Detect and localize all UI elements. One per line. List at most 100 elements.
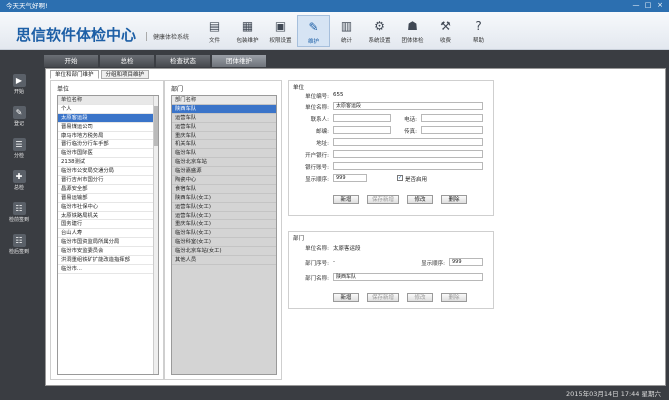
unit-edit-button[interactable]: 修改 — [407, 195, 433, 204]
scrollbar-thumb[interactable] — [154, 106, 158, 146]
group-icon: ☗ — [407, 19, 418, 33]
file-icon: ▤ — [208, 19, 221, 33]
list-item[interactable]: 晋易煤运公司 — [58, 123, 158, 132]
list-item[interactable]: 临汾北京车站(女工) — [172, 247, 276, 257]
list-item[interactable]: 临汾科室(女工) — [172, 238, 276, 248]
bank-label: 开户银行: — [305, 153, 329, 159]
subtab-unit-dept[interactable]: 单位和部门维护 — [50, 70, 99, 79]
toolbar-help-button[interactable]: ? 帮助 — [462, 15, 495, 47]
dept-list[interactable]: 部门名称 陕西车队 运营车队 运营车队 重庆车队 机关车队 临汾车队 临汾北京车… — [171, 95, 277, 375]
unit-list[interactable]: 单位名称 个人 太原客运段 晋易煤运公司 康马市地方税务局 晋行临汾分行车手部 … — [57, 95, 159, 375]
list-item[interactable]: 晋行吉州市国分行 — [58, 176, 158, 185]
tab-status[interactable]: 检查状态 — [156, 55, 210, 67]
dept-form: 部门 单位名称: 太原客运段 部门序号: - 显示顺序: 999 部门名称: 陕… — [288, 231, 494, 309]
list-item[interactable]: 运营车队(女工) — [172, 203, 276, 212]
list-item[interactable]: 运营车队(女工) — [172, 212, 276, 221]
list-item[interactable]: 重庆车队(女工) — [172, 220, 276, 230]
tab-group-maintenance[interactable]: 团体维护 — [212, 55, 266, 67]
tab-start[interactable]: 开始 — [44, 55, 98, 67]
toolbar-permission-button[interactable]: ▣ 权限设置 — [264, 15, 297, 47]
list-item[interactable]: 太原铁路局机关 — [58, 212, 158, 221]
list-item[interactable]: 临汾市公安局交通分局 — [58, 167, 158, 177]
tab-summary[interactable]: 总检 — [100, 55, 154, 67]
list-item[interactable]: 国务建行 — [58, 220, 158, 230]
left-sidebar: ▶ 开始 ✎ 登记 ☰ 分检 ✚ 总检 ☷ 检前签到 ☷ 检后签到 — [0, 50, 40, 400]
address-field[interactable] — [333, 138, 483, 146]
minimize-button[interactable]: — — [631, 1, 641, 10]
sidebar-item-sort[interactable]: ☰ 分检 — [4, 138, 34, 162]
unit-name-field[interactable]: 太原客运段 — [333, 102, 483, 110]
list-item[interactable]: 临汾车队(女工) — [172, 229, 276, 239]
dept-delete-button[interactable]: 删除 — [441, 293, 467, 302]
list-item[interactable]: 陕西车队(女工) — [172, 194, 276, 203]
toolbar-settings-button[interactable]: ⚙ 系统设置 — [363, 15, 396, 47]
dept-list-panel: 部门 部门名称 陕西车队 运营车队 运营车队 重庆车队 机关车队 临汾车队 临汾… — [164, 80, 282, 380]
list-item[interactable]: 运营车队 — [172, 123, 276, 132]
dept-edit-button[interactable]: 修改 — [407, 293, 433, 302]
toolbar-charge-button[interactable]: ⚒ 收费 — [429, 15, 462, 47]
list-item[interactable]: 临汾车队 — [172, 149, 276, 159]
list-item[interactable]: 临汾市... — [58, 265, 158, 274]
unit-list-scrollbar[interactable] — [153, 96, 158, 374]
postcode-field[interactable] — [333, 126, 391, 134]
list-item[interactable]: 晋行临汾分行车手部 — [58, 140, 158, 150]
order-field[interactable]: 999 — [333, 174, 367, 182]
sidebar-label: 检后签到 — [8, 249, 29, 255]
unit-form: 单位 单位编号: 655 单位名称: 太原客运段 联系人: 电话: 邮编: 传真… — [288, 80, 494, 216]
unit-list-title: 单位 — [57, 86, 70, 93]
list-item[interactable]: 2138测试 — [58, 158, 158, 168]
list-item[interactable]: 临汾市国资监局所属分局 — [58, 238, 158, 248]
dept-no-value: - — [333, 259, 335, 265]
toolbar-file-button[interactable]: ▤ 文件 — [198, 15, 231, 47]
list-item[interactable]: 食宿车队 — [172, 185, 276, 194]
sidebar-item-checkin[interactable]: ☷ 检前签到 — [4, 202, 34, 226]
toolbar-group-button[interactable]: ☗ 团体体检 — [396, 15, 429, 47]
sidebar-item-start[interactable]: ▶ 开始 — [4, 74, 34, 98]
unit-list-panel: 单位 单位名称 个人 太原客运段 晋易煤运公司 康马市地方税务局 晋行临汾分行车… — [50, 80, 164, 380]
subtab-group-items[interactable]: 分组和项目维护 — [100, 70, 150, 79]
unit-save-new-button[interactable]: 保存新增 — [367, 195, 399, 204]
unit-delete-button[interactable]: 删除 — [441, 195, 467, 204]
account-field[interactable] — [333, 162, 483, 170]
package-icon: ▦ — [241, 19, 254, 33]
toolbar-stats-button[interactable]: ▥ 统计 — [330, 15, 363, 47]
list-item[interactable]: 昌源安全部 — [58, 185, 158, 194]
list-item[interactable]: 太原客运段 — [58, 113, 158, 123]
list-item[interactable]: 陕西车队 — [172, 104, 276, 114]
unit-add-button[interactable]: 新增 — [333, 195, 359, 204]
list-item[interactable]: 个人 — [58, 105, 158, 114]
list-item[interactable]: 机关车队 — [172, 140, 276, 150]
maximize-button[interactable]: □ — [643, 1, 653, 10]
list-item[interactable]: 洪洞重组铁矿扩能改造指挥部 — [58, 256, 158, 265]
list-item[interactable]: 其他人员 — [172, 256, 276, 265]
sidebar-item-checkout[interactable]: ☷ 检后签到 — [4, 234, 34, 258]
list-item[interactable]: 临汾市安监委员会 — [58, 247, 158, 257]
main-toolbar: ▤ 文件 ▦ 包装维护 ▣ 权限设置 ✎ 维护 ▥ 统计 ⚙ 系统设置 ☗ 团体体检 ⚒ 收费 … — [198, 15, 495, 47]
list-item[interactable]: 运营车队 — [172, 114, 276, 123]
list-item[interactable]: 临汾北京车站 — [172, 158, 276, 168]
dept-save-new-button[interactable]: 保存新增 — [367, 293, 399, 302]
enabled-checkbox[interactable]: ✓ — [397, 175, 403, 181]
sidebar-item-register[interactable]: ✎ 登记 — [4, 106, 34, 130]
phone-field[interactable] — [421, 114, 483, 122]
toolbar-package-button[interactable]: ▦ 包装维护 — [231, 15, 264, 47]
list-item[interactable]: 晋易运输部 — [58, 194, 158, 203]
content-area: 单位和部门维护 分组和项目维护 单位 单位名称 个人 太原客运段 晋易煤运公司 … — [45, 68, 666, 386]
toolbar-label: 帮助 — [472, 38, 484, 44]
list-item[interactable]: 重庆车队 — [172, 132, 276, 141]
dept-add-button[interactable]: 新增 — [333, 293, 359, 302]
toolbar-maintenance-button[interactable]: ✎ 维护 — [297, 15, 330, 47]
list-item[interactable]: 临汾市国际医 — [58, 149, 158, 159]
list-item[interactable]: 临汾市社保中心 — [58, 203, 158, 212]
sidebar-item-summary[interactable]: ✚ 总检 — [4, 170, 34, 194]
list-item[interactable]: 陶瓷中心 — [172, 176, 276, 185]
fax-field[interactable] — [421, 126, 483, 134]
list-item[interactable]: 临汾嘉盛源 — [172, 167, 276, 177]
dept-name-field[interactable]: 陕西车队 — [333, 273, 483, 281]
close-button[interactable]: × — [655, 1, 665, 10]
dept-order-field[interactable]: 999 — [449, 258, 483, 266]
contact-field[interactable] — [333, 114, 391, 122]
bank-field[interactable] — [333, 150, 483, 158]
list-item[interactable]: 台山人寿 — [58, 229, 158, 239]
list-item[interactable]: 康马市地方税务局 — [58, 132, 158, 141]
